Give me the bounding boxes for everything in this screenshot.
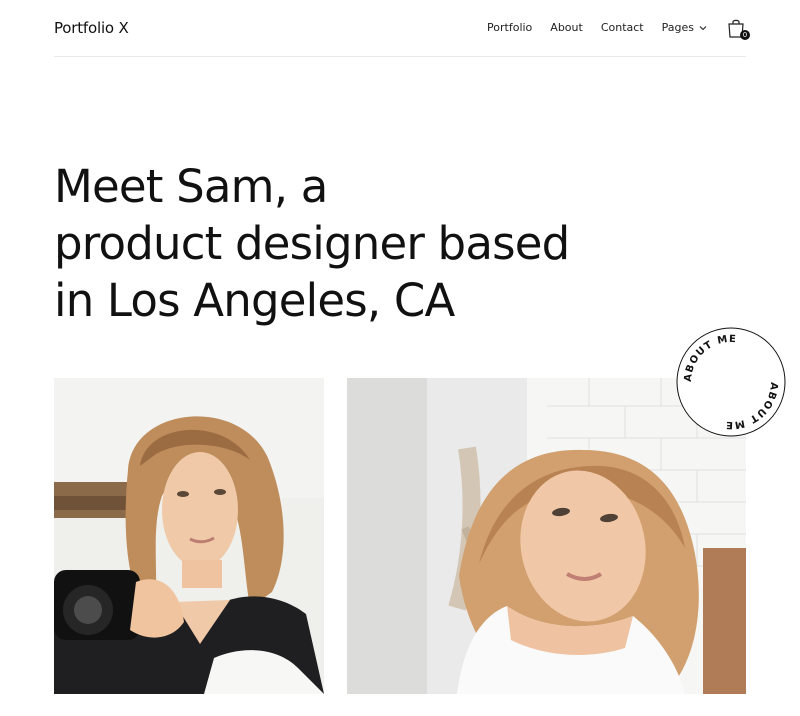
cart-count-badge: 0	[740, 30, 750, 40]
nav-pages-label: Pages	[661, 21, 694, 34]
hero-line-2: product designer based	[54, 217, 570, 270]
hero-line-1: Meet Sam, a	[54, 160, 328, 213]
main-nav: Portfolio About Contact Pages 0	[487, 16, 750, 40]
nav-about[interactable]: About	[550, 16, 583, 40]
nav-pages-dropdown[interactable]: Pages	[662, 16, 708, 40]
hero-line-3: in Los Angeles, CA	[54, 274, 455, 327]
hero-heading: Meet Sam, a product designer based in Lo…	[54, 158, 674, 329]
brand-logo[interactable]: Portfolio X	[54, 18, 129, 38]
site-header: Portfolio X Portfolio About Contact Page…	[54, 0, 750, 57]
nav-contact[interactable]: Contact	[601, 16, 644, 40]
nav-portfolio[interactable]: Portfolio	[487, 16, 532, 40]
about-me-badge[interactable]: ABOUT ME ABOUT ME	[676, 327, 786, 437]
cart-button[interactable]: 0	[726, 17, 750, 40]
chevron-down-icon	[699, 26, 707, 31]
portrait-photo-camera	[54, 378, 324, 694]
